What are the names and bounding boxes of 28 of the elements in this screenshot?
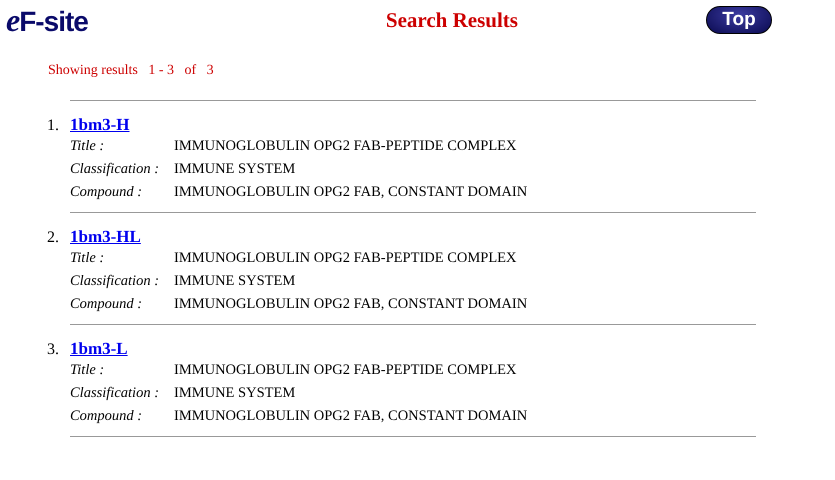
field-value: IMMUNE SYSTEM [174, 385, 296, 402]
field-value: IMMUNOGLOBULIN OPG2 FAB-PEPTIDE COMPLEX [174, 362, 517, 379]
field-value: IMMUNOGLOBULIN OPG2 FAB-PEPTIDE COMPLEX [174, 250, 517, 267]
field-value: IMMUNOGLOBULIN OPG2 FAB-PEPTIDE COMPLEX [174, 138, 517, 155]
results-summary: Showing results 1 - 3 of 3 [48, 63, 215, 79]
result-number: 2. [47, 229, 60, 247]
page-title: Search Results [384, 8, 519, 32]
field-value: IMMUNE SYSTEM [174, 161, 296, 178]
field-label: Classification : [70, 385, 160, 402]
field-label: Title : [70, 362, 106, 379]
result-link[interactable]: 1bm3-HL [70, 227, 141, 247]
field-label: Title : [70, 250, 106, 267]
field-value: IMMUNE SYSTEM [174, 273, 296, 290]
field-label: Classification : [70, 161, 160, 178]
field-value: IMMUNOGLOBULIN OPG2 FAB, CONSTANT DOMAIN [174, 296, 528, 313]
field-value: IMMUNOGLOBULIN OPG2 FAB, CONSTANT DOMAIN [174, 408, 528, 425]
field-label: Compound : [70, 184, 144, 201]
field-label: Title : [70, 138, 106, 155]
top-button[interactable]: Top [706, 6, 772, 34]
field-label: Compound : [70, 408, 144, 425]
field-label: Classification : [70, 273, 160, 290]
field-label: Compound : [70, 296, 144, 313]
result-number: 1. [47, 117, 60, 135]
logo: eF-site [6, 2, 88, 38]
result-link[interactable]: 1bm3-H [70, 115, 130, 135]
field-value: IMMUNOGLOBULIN OPG2 FAB, CONSTANT DOMAIN [174, 184, 528, 201]
result-number: 3. [47, 341, 60, 359]
result-link[interactable]: 1bm3-L [70, 339, 128, 359]
